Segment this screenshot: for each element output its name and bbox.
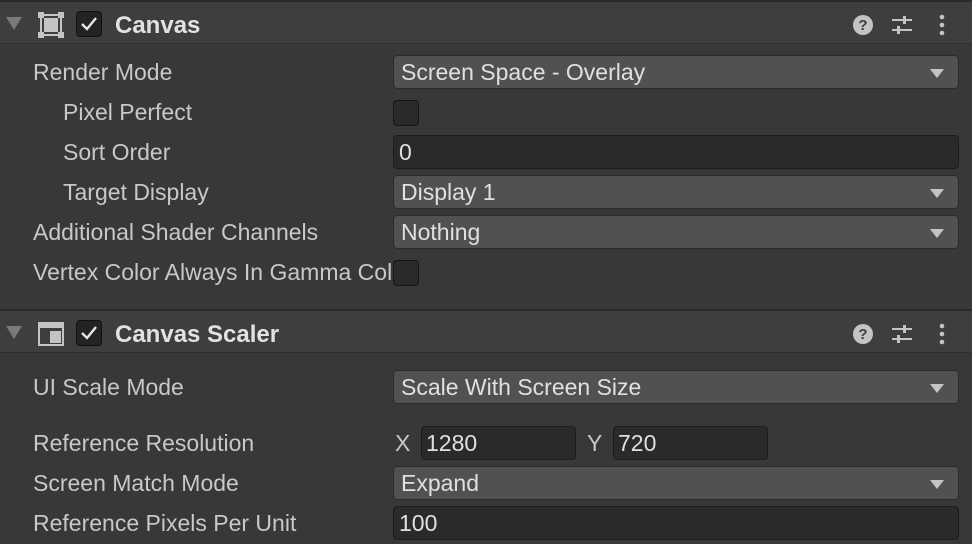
dropdown-value: Scale With Screen Size — [401, 374, 642, 400]
canvas-scaler-enabled-checkbox[interactable] — [76, 320, 102, 346]
dropdown-arrow-icon — [930, 229, 944, 238]
reference-pixels-per-unit-input[interactable]: 100 — [393, 506, 959, 540]
presets-icon[interactable] — [890, 13, 914, 37]
sort-order-input[interactable]: 0 — [393, 135, 959, 169]
target-display-dropdown[interactable]: Display 1 — [393, 175, 959, 209]
dropdown-arrow-icon — [930, 384, 944, 393]
field-label: UI Scale Mode — [33, 374, 184, 400]
field-label: Reference Resolution — [33, 430, 255, 456]
sort-order-row: Sort Order 0 — [0, 133, 972, 173]
foldout-arrow-icon[interactable] — [6, 17, 22, 30]
ui-scale-mode-dropdown[interactable]: Scale With Screen Size — [393, 370, 959, 404]
canvas-scaler-component: Canvas Scaler ? UI Scale Mode Scale With… — [0, 309, 972, 544]
component-title: Canvas Scaler — [115, 321, 280, 348]
reference-resolution-row: Reference Resolution X 1280 Y 720 — [0, 424, 972, 464]
canvas-scaler-header[interactable]: Canvas Scaler ? — [0, 309, 972, 353]
svg-text:?: ? — [858, 17, 867, 34]
field-label: Sort Order — [63, 139, 171, 165]
dropdown-value: Nothing — [401, 219, 481, 245]
field-label: Target Display — [63, 179, 209, 205]
dropdown-value: Expand — [401, 470, 480, 496]
more-icon[interactable] — [930, 322, 954, 346]
pixel-perfect-checkbox[interactable] — [393, 100, 419, 126]
more-icon[interactable] — [930, 13, 954, 37]
render-mode-dropdown[interactable]: Screen Space - Overlay — [393, 55, 959, 89]
dropdown-value: Screen Space - Overlay — [401, 59, 646, 85]
canvas-component: Canvas ? Render Mode Screen Space - Over… — [0, 0, 972, 309]
canvas-header[interactable]: Canvas ? — [0, 0, 972, 44]
field-label: Reference Pixels Per Unit — [33, 510, 297, 536]
field-label: Additional Shader Channels — [33, 219, 319, 245]
shader-channels-row: Additional Shader Channels Nothing — [0, 213, 972, 253]
field-label: Vertex Color Always In Gamma Color Space — [33, 259, 393, 285]
checkmark-icon — [81, 326, 97, 340]
rect-transform-icon — [38, 12, 64, 38]
y-axis-label[interactable]: Y — [587, 430, 602, 457]
reference-resolution-y-input[interactable]: 720 — [613, 426, 768, 460]
help-icon[interactable]: ? — [851, 13, 875, 37]
dropdown-arrow-icon — [930, 189, 944, 198]
component-title: Canvas — [115, 12, 201, 39]
screen-match-mode-dropdown[interactable]: Expand — [393, 466, 959, 500]
help-icon[interactable]: ? — [851, 322, 875, 346]
screen-match-mode-row: Screen Match Mode Expand — [0, 464, 972, 504]
vertex-color-gamma-row: Vertex Color Always In Gamma Color Space — [0, 253, 972, 293]
field-label: Pixel Perfect — [63, 99, 193, 125]
reference-resolution-x-input[interactable]: 1280 — [421, 426, 576, 460]
presets-icon[interactable] — [890, 322, 914, 346]
canvas-scaler-icon — [38, 322, 64, 346]
render-mode-row: Render Mode Screen Space - Overlay — [0, 53, 972, 93]
x-axis-label[interactable]: X — [395, 430, 410, 457]
foldout-arrow-icon[interactable] — [6, 326, 22, 339]
dropdown-arrow-icon — [930, 69, 944, 78]
reference-pixels-per-unit-row: Reference Pixels Per Unit 100 — [0, 504, 972, 544]
canvas-enabled-checkbox[interactable] — [76, 11, 102, 37]
shader-channels-dropdown[interactable]: Nothing — [393, 215, 959, 249]
svg-text:?: ? — [858, 326, 867, 343]
target-display-row: Target Display Display 1 — [0, 173, 972, 213]
field-label: Render Mode — [33, 59, 173, 85]
dropdown-arrow-icon — [930, 480, 944, 489]
vertex-color-gamma-checkbox[interactable] — [393, 260, 419, 286]
checkmark-icon — [81, 17, 97, 31]
dropdown-value: Display 1 — [401, 179, 496, 205]
ui-scale-mode-row: UI Scale Mode Scale With Screen Size — [0, 368, 972, 408]
field-label: Screen Match Mode — [33, 470, 239, 496]
pixel-perfect-row: Pixel Perfect — [0, 93, 972, 133]
